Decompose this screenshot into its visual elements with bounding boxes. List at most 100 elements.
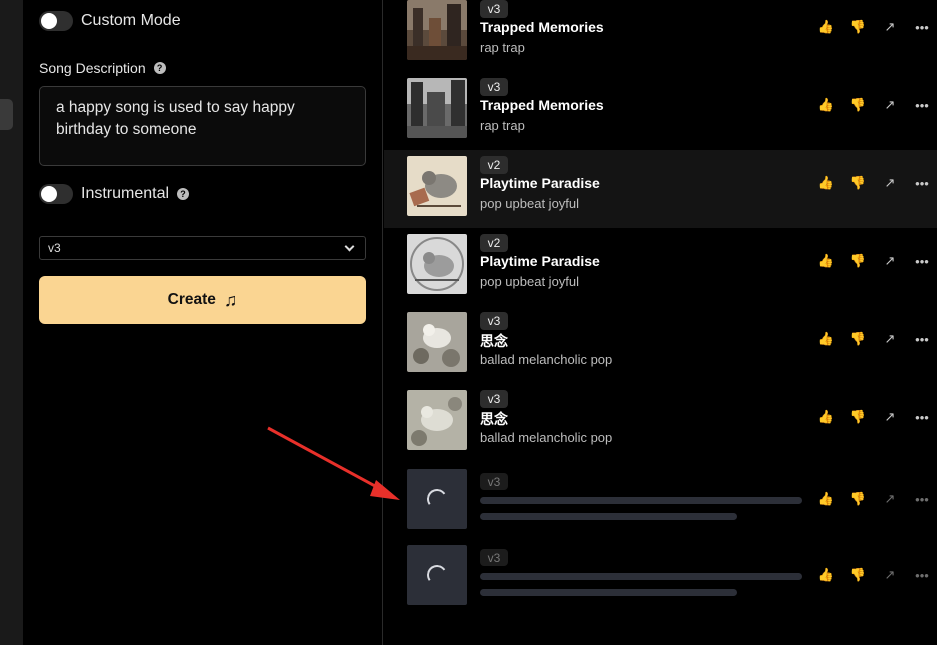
more-icon[interactable]: ••• <box>906 490 937 508</box>
title-placeholder <box>480 497 802 504</box>
annotation-arrow-icon <box>267 426 400 500</box>
version-badge: v3 <box>480 78 508 96</box>
song-cover[interactable] <box>407 78 467 138</box>
version-badge: v2 <box>480 156 508 174</box>
song-cover[interactable] <box>407 0 467 60</box>
song-title[interactable]: Playtime Paradise <box>480 175 600 191</box>
song-actions: 👍 👎 ↗ ••• <box>810 252 937 270</box>
model-version-select[interactable]: v3 <box>39 236 366 260</box>
song-row[interactable]: v2 Playtime Paradise pop upbeat joyful 👍… <box>384 228 937 306</box>
dislike-icon[interactable]: 👎 <box>842 408 874 426</box>
song-description-heading: Song Description ? <box>39 60 166 76</box>
custom-mode-toggle[interactable] <box>39 11 73 31</box>
dislike-icon[interactable]: 👎 <box>842 252 874 270</box>
song-row[interactable]: v3 Trapped Memories rap trap 👍 👎 ↗ ••• <box>384 0 937 72</box>
song-title[interactable]: Playtime Paradise <box>480 253 600 269</box>
song-cover[interactable] <box>407 312 467 372</box>
dislike-icon[interactable]: 👎 <box>842 566 874 584</box>
song-row[interactable]: v3 Trapped Memories rap trap 👍 👎 ↗ ••• <box>384 72 937 150</box>
music-note-icon: ♫ <box>223 289 238 310</box>
version-badge: v3 <box>480 549 508 566</box>
song-list: v3 Trapped Memories rap trap 👍 👎 ↗ ••• v… <box>384 0 937 645</box>
share-icon[interactable]: ↗ <box>874 566 906 584</box>
toggle-knob <box>41 13 57 29</box>
like-icon[interactable]: 👍 <box>810 330 842 348</box>
song-row[interactable]: v3 思念 ballad melancholic pop 👍 👎 ↗ ••• <box>384 384 937 462</box>
toggle-knob <box>41 186 57 202</box>
share-icon[interactable]: ↗ <box>874 490 906 508</box>
song-description-input[interactable]: a happy song is used to say happy birthd… <box>39 86 366 166</box>
create-button-label: Create <box>167 291 216 308</box>
share-icon[interactable]: ↗ <box>874 18 906 36</box>
like-icon[interactable]: 👍 <box>810 490 842 508</box>
dislike-icon[interactable]: 👎 <box>842 174 874 192</box>
song-actions: 👍 👎 ↗ ••• <box>810 566 937 584</box>
song-actions: 👍 👎 ↗ ••• <box>810 96 937 114</box>
instrumental-toggle[interactable] <box>39 184 73 204</box>
version-badge: v3 <box>480 473 508 490</box>
loading-cover <box>407 469 467 529</box>
song-actions: 👍 👎 ↗ ••• <box>810 490 937 508</box>
model-version-value: v3 <box>48 241 61 255</box>
song-title[interactable]: 思念 <box>480 331 508 351</box>
version-badge: v3 <box>480 0 508 18</box>
more-icon[interactable]: ••• <box>906 330 937 348</box>
song-cover[interactable] <box>407 156 467 216</box>
dislike-icon[interactable]: 👎 <box>842 330 874 348</box>
left-rail <box>0 0 23 645</box>
version-badge: v2 <box>480 234 508 252</box>
song-cover[interactable] <box>407 390 467 450</box>
song-title[interactable]: Trapped Memories <box>480 19 604 35</box>
help-icon[interactable]: ? <box>177 188 190 200</box>
loading-cover <box>407 545 467 605</box>
song-cover[interactable] <box>407 234 467 294</box>
rail-handle[interactable] <box>0 99 13 130</box>
share-icon[interactable]: ↗ <box>874 96 906 114</box>
tags-placeholder <box>480 513 737 520</box>
tags-placeholder <box>480 589 737 596</box>
title-placeholder <box>480 573 802 580</box>
song-actions: 👍 👎 ↗ ••• <box>810 408 937 426</box>
more-icon[interactable]: ••• <box>906 408 937 426</box>
song-title[interactable]: Trapped Memories <box>480 97 604 113</box>
like-icon[interactable]: 👍 <box>810 408 842 426</box>
chevron-down-icon <box>344 241 355 251</box>
pending-song-row: v3 👍 👎 ↗ ••• <box>384 545 937 623</box>
song-title[interactable]: 思念 <box>480 409 508 429</box>
song-tags: ballad melancholic pop <box>480 352 613 367</box>
like-icon[interactable]: 👍 <box>810 252 842 270</box>
share-icon[interactable]: ↗ <box>874 174 906 192</box>
share-icon[interactable]: ↗ <box>874 408 906 426</box>
song-tags: ballad melancholic pop <box>480 430 613 445</box>
dislike-icon[interactable]: 👎 <box>842 490 874 508</box>
share-icon[interactable]: ↗ <box>874 330 906 348</box>
more-icon[interactable]: ••• <box>906 96 937 114</box>
more-icon[interactable]: ••• <box>906 566 937 584</box>
instrumental-label: Instrumental <box>81 185 170 202</box>
song-row[interactable]: v3 思念 ballad melancholic pop 👍 👎 ↗ ••• <box>384 306 937 384</box>
like-icon[interactable]: 👍 <box>810 18 842 36</box>
song-tags: pop upbeat joyful <box>480 274 580 289</box>
loading-spinner-icon <box>425 487 449 511</box>
song-description-label: Song Description <box>39 60 146 76</box>
more-icon[interactable]: ••• <box>906 252 937 270</box>
more-icon[interactable]: ••• <box>906 174 937 192</box>
custom-mode-label: Custom Mode <box>81 12 181 29</box>
create-button[interactable]: Create ♫ <box>39 276 366 324</box>
share-icon[interactable]: ↗ <box>874 252 906 270</box>
like-icon[interactable]: 👍 <box>810 96 842 114</box>
custom-mode-row: Custom Mode <box>39 10 181 32</box>
dislike-icon[interactable]: 👎 <box>842 18 874 36</box>
help-icon[interactable]: ? <box>153 62 166 74</box>
song-actions: 👍 👎 ↗ ••• <box>810 174 937 192</box>
song-tags: rap trap <box>480 40 525 55</box>
create-panel: Custom Mode Song Description ? a happy s… <box>23 0 383 645</box>
version-badge: v3 <box>480 312 508 330</box>
song-row[interactable]: v2 Playtime Paradise pop upbeat joyful 👍… <box>384 150 937 228</box>
version-badge: v3 <box>480 390 508 408</box>
like-icon[interactable]: 👍 <box>810 174 842 192</box>
song-actions: 👍 👎 ↗ ••• <box>810 18 937 36</box>
like-icon[interactable]: 👍 <box>810 566 842 584</box>
dislike-icon[interactable]: 👎 <box>842 96 874 114</box>
more-icon[interactable]: ••• <box>906 18 937 36</box>
